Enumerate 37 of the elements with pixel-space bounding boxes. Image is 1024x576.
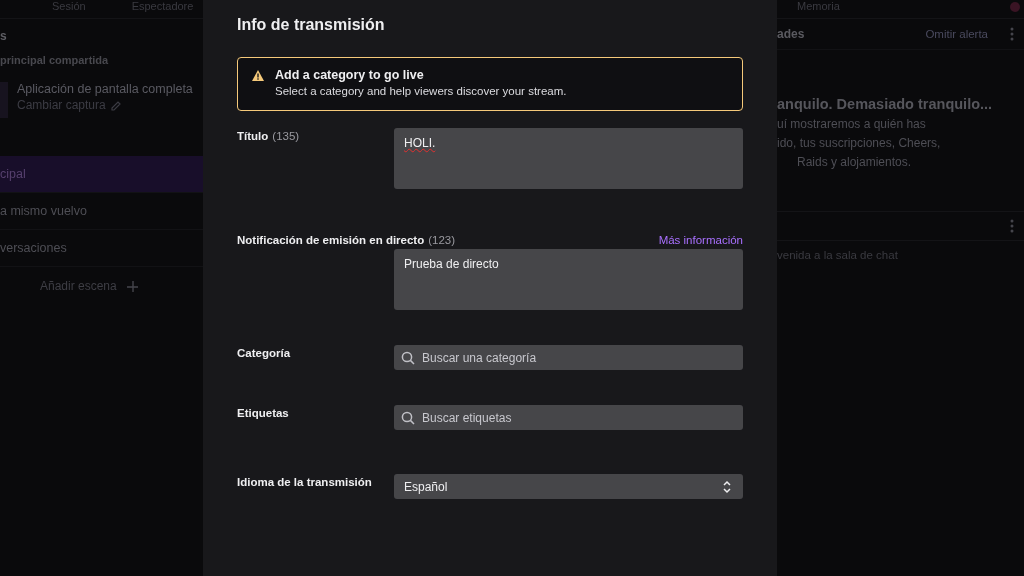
source-name: Aplicación de pantalla completa [17,82,193,96]
search-field[interactable]: Buscar una categoría [394,345,743,370]
more-info-link[interactable]: Más información [658,234,743,246]
alert-message: Select a category and help viewers discover your stream. [275,85,567,97]
change-capture-link[interactable]: Cambiar captura [17,98,106,112]
pencil-icon [109,99,121,111]
empty-state-text: ido, tus suscripciones, Cheers, [777,136,942,150]
avatar[interactable] [1010,2,1020,12]
language-dropdown[interactable]: Español [394,474,743,499]
more-icon [1010,219,1014,233]
alert-title: Add a category to go live [275,68,425,82]
dismiss-alert-button[interactable]: Omitir alerta [925,28,988,40]
empty-state-text: uí mostraremos a quién has [777,117,927,131]
dialog-title: Info de transmisión [237,16,386,35]
field-label: Notificación de emisión en directo [237,234,425,246]
text-area[interactable]: Prueba de directo [394,249,743,310]
empty-state-title: anquilo. Demasiado tranquilo... [777,96,994,112]
field-label: Etiquetas [237,407,289,419]
section-label: principal compartida [0,54,110,66]
scene-item[interactable]: cipal [0,156,203,193]
plus-icon [126,280,138,292]
more-icon [1010,27,1014,41]
add-scene-button[interactable]: Añadir escena [40,279,117,293]
empty-state-text: Raids y alojamientos. [796,155,913,169]
search-icon [401,410,415,425]
search-icon [401,350,415,365]
panel-title: ades [777,27,806,41]
character-count: (135) [272,130,300,142]
field-label: Título [237,130,269,142]
character-count: (123) [428,234,456,246]
text-area[interactable]: HOLI. [394,128,743,189]
warning-icon [251,69,265,83]
chevron-icon [722,479,732,494]
search-field[interactable]: Buscar etiquetas [394,405,743,430]
field-label: Categoría [237,347,291,359]
field-label: Idioma de la transmisión [237,476,372,488]
panel-title: s [0,28,8,45]
